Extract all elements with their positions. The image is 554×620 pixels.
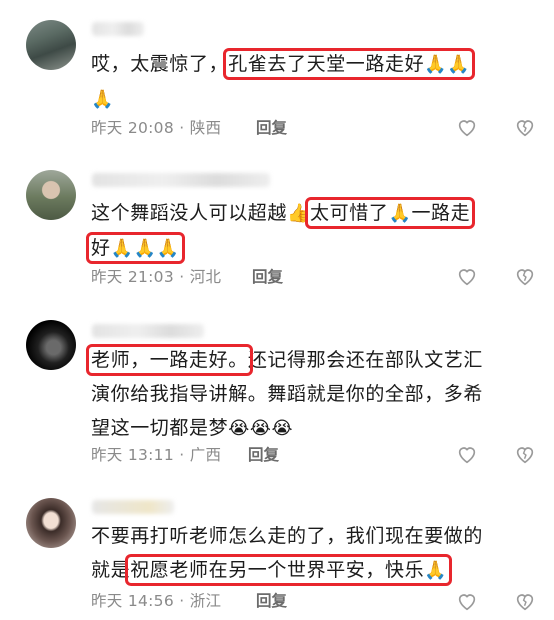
username-blurred[interactable]: [92, 22, 144, 36]
broken-heart-icon[interactable]: [514, 265, 536, 287]
broken-heart-icon[interactable]: [514, 590, 536, 612]
reply-button[interactable]: 回复: [248, 443, 279, 465]
comment-meta: 昨天 20:08 · 陕西: [91, 119, 222, 137]
highlight-box: 孔雀去了天堂一路走好🙏🙏: [223, 48, 476, 80]
reply-button[interactable]: 回复: [256, 116, 287, 138]
heart-outline-icon[interactable]: [456, 265, 478, 287]
avatar[interactable]: [26, 498, 76, 548]
comment-meta: 昨天 14:56 · 浙江: [91, 592, 222, 610]
comment-text: 老师，一路走好。还记得那会还在部队文艺汇 演你给我指导讲解。舞蹈就是你的全部，多…: [86, 344, 484, 439]
highlight-box: 老师，一路走好。: [86, 344, 253, 376]
username-blurred[interactable]: [92, 173, 270, 187]
comment-text: 这个舞蹈没人可以超越👍太可惜了🙏一路走 好🙏🙏🙏: [86, 197, 476, 264]
avatar[interactable]: [26, 170, 76, 220]
avatar[interactable]: [26, 20, 76, 70]
comment-text: 哎，太震惊了，孔雀去了天堂一路走好🙏🙏 🙏: [91, 48, 476, 110]
reply-button[interactable]: 回复: [256, 589, 287, 611]
comment-meta: 昨天 13:11 · 广西: [91, 446, 222, 464]
heart-outline-icon[interactable]: [456, 116, 478, 138]
avatar[interactable]: [26, 320, 76, 370]
broken-heart-icon[interactable]: [514, 116, 536, 138]
comment-meta: 昨天 21:03 · 河北: [91, 268, 222, 286]
highlight-box: 太可惜了🙏一路走: [305, 197, 476, 229]
heart-outline-icon[interactable]: [456, 590, 478, 612]
heart-outline-icon[interactable]: [456, 443, 478, 465]
broken-heart-icon[interactable]: [514, 443, 536, 465]
comment-text: 不要再打听老师怎么走的了，我们现在要做的 就是祝愿老师在另一个世界平安，快乐🙏: [91, 525, 484, 586]
reply-button[interactable]: 回复: [252, 265, 283, 287]
username-blurred[interactable]: [92, 324, 204, 338]
highlight-box: 好🙏🙏🙏: [86, 232, 185, 264]
highlight-box: 祝愿老师在另一个世界平安，快乐🙏: [125, 554, 453, 586]
username-blurred[interactable]: [92, 500, 174, 514]
